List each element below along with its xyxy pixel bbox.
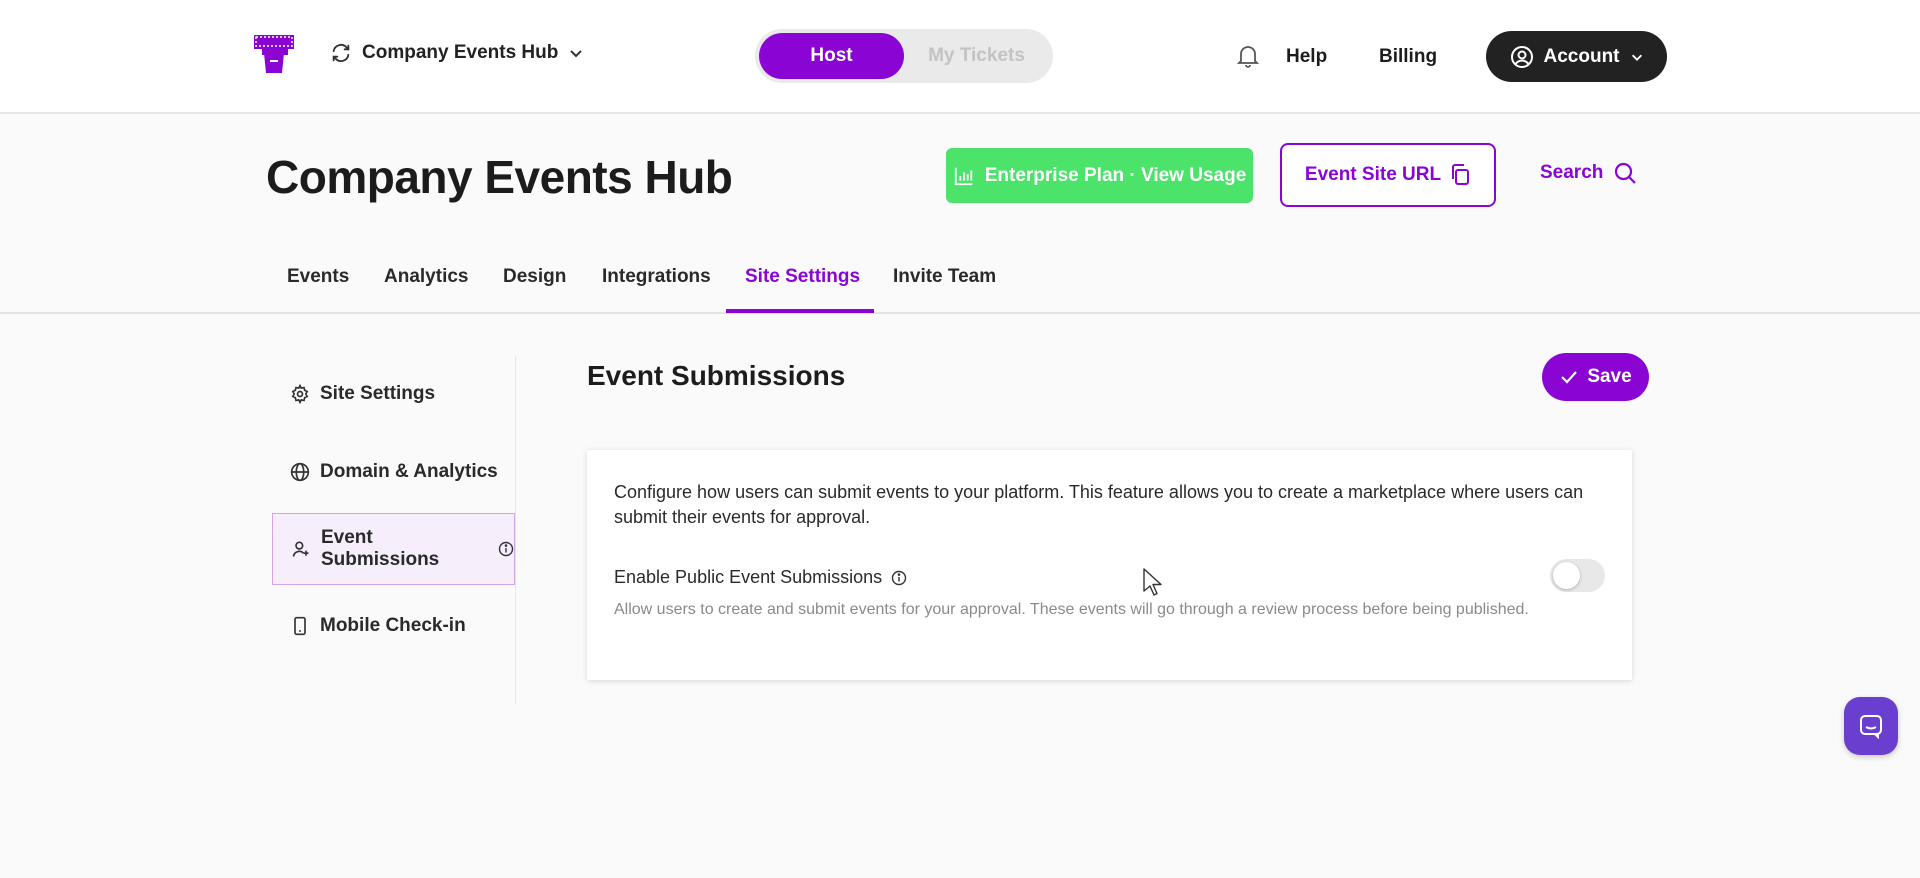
workspace-switcher[interactable]: Company Events Hub bbox=[330, 42, 584, 64]
ticket-logo-icon[interactable] bbox=[252, 32, 296, 76]
sidebar-item-event-submissions[interactable]: Event Submissions bbox=[272, 513, 515, 585]
sidebar-item-label: Domain & Analytics bbox=[320, 461, 498, 482]
save-button[interactable]: Save bbox=[1542, 353, 1649, 401]
info-icon[interactable] bbox=[891, 570, 907, 586]
toggle-knob bbox=[1553, 562, 1580, 589]
sidebar-item-label: Site Settings bbox=[320, 383, 436, 404]
top-navigation-bar: Company Events Hub Host My Tickets Help … bbox=[0, 0, 1920, 114]
account-button[interactable]: Account bbox=[1486, 31, 1667, 82]
gear-icon bbox=[291, 384, 309, 404]
switch-icon bbox=[332, 44, 350, 62]
copy-icon bbox=[1452, 164, 1470, 185]
tab-analytics[interactable]: Analytics bbox=[384, 266, 468, 314]
host-mode-button[interactable]: Host bbox=[759, 33, 904, 79]
workspace-name: Company Events Hub bbox=[362, 42, 559, 63]
save-label: Save bbox=[1587, 366, 1632, 387]
tab-events[interactable]: Events bbox=[287, 266, 349, 314]
chat-icon bbox=[1860, 715, 1882, 739]
phone-icon bbox=[294, 616, 306, 636]
event-site-url-label: Event Site URL bbox=[1304, 164, 1442, 185]
mouse-cursor-icon bbox=[1143, 568, 1162, 596]
page-title: Company Events Hub bbox=[266, 151, 733, 203]
bar-chart-icon bbox=[954, 167, 972, 185]
tab-site-settings[interactable]: Site Settings bbox=[745, 266, 860, 314]
help-link[interactable]: Help bbox=[1286, 46, 1327, 68]
event-site-url-button[interactable]: Event Site URL bbox=[1280, 143, 1496, 207]
sidebar-item-domain-analytics[interactable]: Domain & Analytics bbox=[272, 436, 515, 508]
public-submissions-option: Enable Public Event Submissions bbox=[614, 567, 907, 588]
option-help-text: Allow users to create and submit events … bbox=[614, 601, 1529, 618]
option-label: Enable Public Event Submissions bbox=[614, 567, 883, 587]
my-tickets-mode-button[interactable]: My Tickets bbox=[904, 33, 1049, 79]
check-icon bbox=[1561, 371, 1578, 384]
info-icon[interactable] bbox=[498, 541, 514, 557]
chat-support-button[interactable] bbox=[1844, 697, 1898, 755]
feature-description: Configure how users can submit events to… bbox=[614, 482, 1584, 527]
enterprise-plan-button[interactable]: Enterprise Plan · View Usage bbox=[946, 148, 1253, 203]
sidebar-divider bbox=[515, 356, 516, 704]
chevron-down-icon bbox=[570, 50, 583, 58]
search-button[interactable]: Search bbox=[1540, 161, 1637, 185]
enterprise-plan-label: Enterprise Plan · View Usage bbox=[984, 164, 1247, 186]
event-submissions-card: Configure how users can submit events to… bbox=[587, 450, 1632, 680]
account-label: Account bbox=[1543, 45, 1620, 67]
user-plus-icon bbox=[292, 541, 309, 557]
chevron-down-icon bbox=[1631, 54, 1642, 61]
sidebar-item-mobile-check-in[interactable]: Mobile Check-in bbox=[272, 590, 515, 662]
search-label: Search bbox=[1540, 162, 1604, 183]
user-circle-icon bbox=[1510, 45, 1533, 68]
host-tickets-toggle: Host My Tickets bbox=[755, 29, 1053, 83]
tab-design[interactable]: Design bbox=[503, 266, 566, 314]
public-submissions-toggle[interactable] bbox=[1550, 559, 1605, 592]
sidebar-item-label: Event Submissions bbox=[321, 527, 440, 570]
billing-link[interactable]: Billing bbox=[1379, 46, 1437, 68]
search-icon bbox=[1615, 162, 1637, 184]
active-tab-indicator bbox=[726, 309, 874, 313]
globe-icon bbox=[290, 462, 310, 482]
tab-invite-team[interactable]: Invite Team bbox=[893, 266, 996, 314]
tab-integrations[interactable]: Integrations bbox=[602, 266, 711, 314]
section-title: Event Submissions bbox=[587, 360, 846, 391]
bell-icon[interactable] bbox=[1236, 43, 1260, 69]
sidebar-item-site-settings[interactable]: Site Settings bbox=[272, 358, 515, 430]
sidebar-item-label: Mobile Check-in bbox=[320, 615, 466, 636]
